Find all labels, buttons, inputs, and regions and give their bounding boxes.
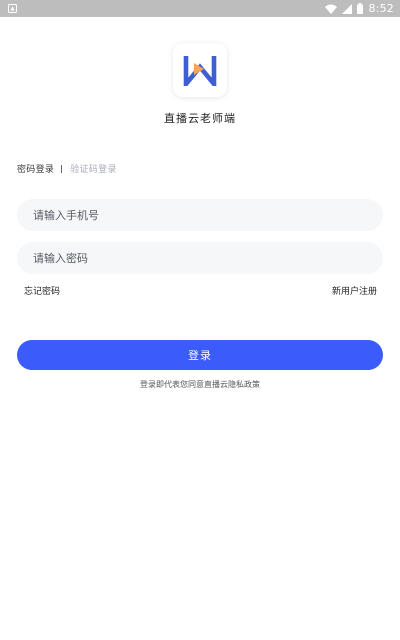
notification-icon — [8, 4, 17, 13]
tab-password-login[interactable]: 密码登录 — [17, 162, 54, 175]
tab-divider — [61, 164, 63, 173]
battery-icon — [357, 3, 364, 14]
status-time: 8:52 — [368, 2, 394, 15]
signal-icon — [342, 3, 353, 14]
status-bar: 8:52 — [0, 0, 400, 17]
phone-input[interactable] — [17, 199, 383, 231]
register-link[interactable]: 新用户注册 — [332, 284, 377, 297]
wifi-icon — [325, 4, 338, 14]
login-button[interactable]: 登录 — [17, 340, 383, 370]
tab-sms-code-login[interactable]: 验证码登录 — [70, 162, 117, 175]
w-logo-icon — [183, 56, 217, 86]
login-tabs: 密码登录 验证码登录 — [17, 162, 117, 175]
forgot-password-link[interactable]: 忘记密码 — [24, 284, 60, 297]
password-input[interactable] — [17, 242, 383, 274]
privacy-agreement-text[interactable]: 登录即代表您同意直播云隐私政策 — [0, 379, 400, 390]
app-logo — [173, 43, 227, 97]
app-name: 直播云老师端 — [164, 112, 236, 125]
